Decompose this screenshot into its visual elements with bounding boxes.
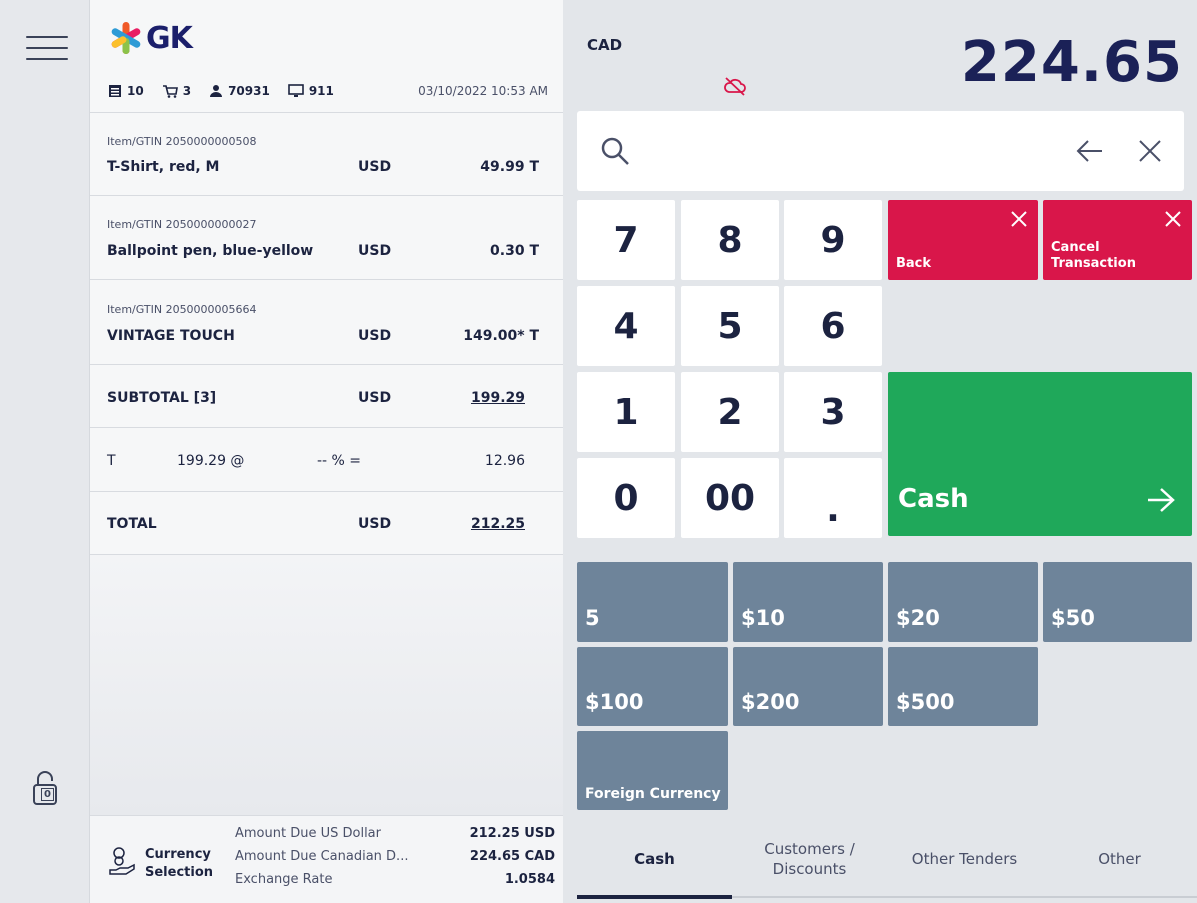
monitor-icon [288, 84, 304, 97]
arrow-right-icon [1148, 488, 1175, 512]
close-icon [1165, 211, 1181, 227]
total-row: TOTAL USD 212.25 [90, 492, 563, 555]
receipt-list-icon [109, 85, 121, 97]
tender-50-button[interactable]: $50 [1043, 562, 1192, 642]
header-stats: 10 3 70931 911 03/10/2022 10:53 AM [108, 84, 548, 98]
brand-logo: GK [108, 20, 193, 56]
tab-other-tenders[interactable]: Other Tenders [887, 820, 1042, 898]
lock-icon[interactable]: 0 [30, 770, 60, 806]
tender-10-button[interactable]: $10 [733, 562, 883, 642]
key-2[interactable]: 2 [681, 372, 779, 452]
user-icon [210, 85, 223, 97]
cancel-transaction-button[interactable]: Cancel Transaction [1043, 200, 1192, 280]
payment-area: CAD 224.65 7 8 9 4 5 6 1 2 3 0 00 . Back [563, 0, 1197, 903]
key-0[interactable]: 0 [577, 458, 675, 538]
tax-row: T 199.29 @ -- % = 12.96 [90, 428, 563, 492]
key-1[interactable]: 1 [577, 372, 675, 452]
cancel-transaction-label: Cancel Transaction [1051, 240, 1136, 271]
key-6[interactable]: 6 [784, 286, 882, 366]
foreign-currency-button[interactable]: Foreign Currency [577, 731, 728, 810]
logo-text: GK [146, 20, 193, 56]
back-label: Back [896, 256, 932, 271]
stat-cart: 3 [162, 84, 191, 98]
search-icon[interactable] [599, 135, 631, 167]
currency-row: Amount Due Canadian D... 224.65 CAD [235, 849, 555, 864]
hamburger-menu-icon[interactable] [26, 36, 68, 62]
cash-label: Cash [898, 484, 969, 514]
cash-button[interactable]: Cash [888, 372, 1192, 536]
amount-due-display: 224.65 [960, 30, 1183, 95]
currency-selection-bar[interactable]: Currency Selection Amount Due US Dollar … [90, 815, 563, 903]
tender-200-button[interactable]: $200 [733, 647, 883, 726]
tab-other[interactable]: Other [1042, 820, 1197, 898]
key-3[interactable]: 3 [784, 372, 882, 452]
currency-selection-label: Currency Selection [145, 847, 214, 880]
tender-500-button[interactable]: $500 [888, 647, 1038, 726]
search-input[interactable] [577, 111, 1184, 191]
currency-amounts: Amount Due US Dollar 212.25 USD Amount D… [235, 826, 555, 895]
receipt-line-item[interactable]: Item/GTIN 2050000000508 T-Shirt, red, M … [90, 113, 563, 196]
gk-star-icon [111, 22, 141, 54]
money-hand-icon [109, 847, 135, 875]
subtotal-row: SUBTOTAL [3] USD 199.29 [90, 365, 563, 428]
tender-5-button[interactable]: 5 [577, 562, 728, 642]
display-currency: CAD [587, 36, 623, 54]
left-rail: 0 [0, 0, 90, 903]
tender-20-button[interactable]: $20 [888, 562, 1038, 642]
active-tab-indicator [577, 895, 732, 899]
header-datetime: 03/10/2022 10:53 AM [418, 84, 548, 98]
stat-receipts: 10 [108, 84, 144, 98]
cloud-off-icon [724, 77, 746, 96]
receipt-line-item[interactable]: Item/GTIN 2050000000027 Ballpoint pen, b… [90, 196, 563, 280]
stat-user: 70931 [209, 84, 270, 98]
arrow-left-icon[interactable] [1076, 139, 1104, 163]
close-icon [1011, 211, 1027, 227]
receipt-panel: GK 10 3 70931 911 03/10/2022 10:53 AM It… [90, 0, 563, 903]
back-button[interactable]: Back [888, 200, 1038, 280]
receipt-empty-area [90, 555, 563, 815]
tab-customers-discounts[interactable]: Customers / Discounts [732, 820, 887, 898]
key-decimal[interactable]: . [784, 458, 882, 538]
currency-row: Amount Due US Dollar 212.25 USD [235, 826, 555, 841]
key-4[interactable]: 4 [577, 286, 675, 366]
cart-icon [162, 85, 178, 98]
key-8[interactable]: 8 [681, 200, 779, 280]
key-5[interactable]: 5 [681, 286, 779, 366]
receipt-line-item[interactable]: Item/GTIN 2050000005664 VINTAGE TOUCH US… [90, 280, 563, 365]
key-9[interactable]: 9 [784, 200, 882, 280]
key-00[interactable]: 00 [681, 458, 779, 538]
currency-row: Exchange Rate 1.0584 [235, 872, 555, 887]
tab-cash[interactable]: Cash [577, 820, 732, 898]
receipt-header: GK 10 3 70931 911 03/10/2022 10:53 AM [90, 0, 563, 113]
tender-tabs: Cash Customers / Discounts Other Tenders… [577, 820, 1197, 903]
tender-100-button[interactable]: $100 [577, 647, 728, 726]
key-7[interactable]: 7 [577, 200, 675, 280]
lock-count: 0 [41, 788, 54, 801]
close-icon[interactable] [1138, 139, 1162, 163]
stat-workstation: 911 [288, 84, 334, 98]
